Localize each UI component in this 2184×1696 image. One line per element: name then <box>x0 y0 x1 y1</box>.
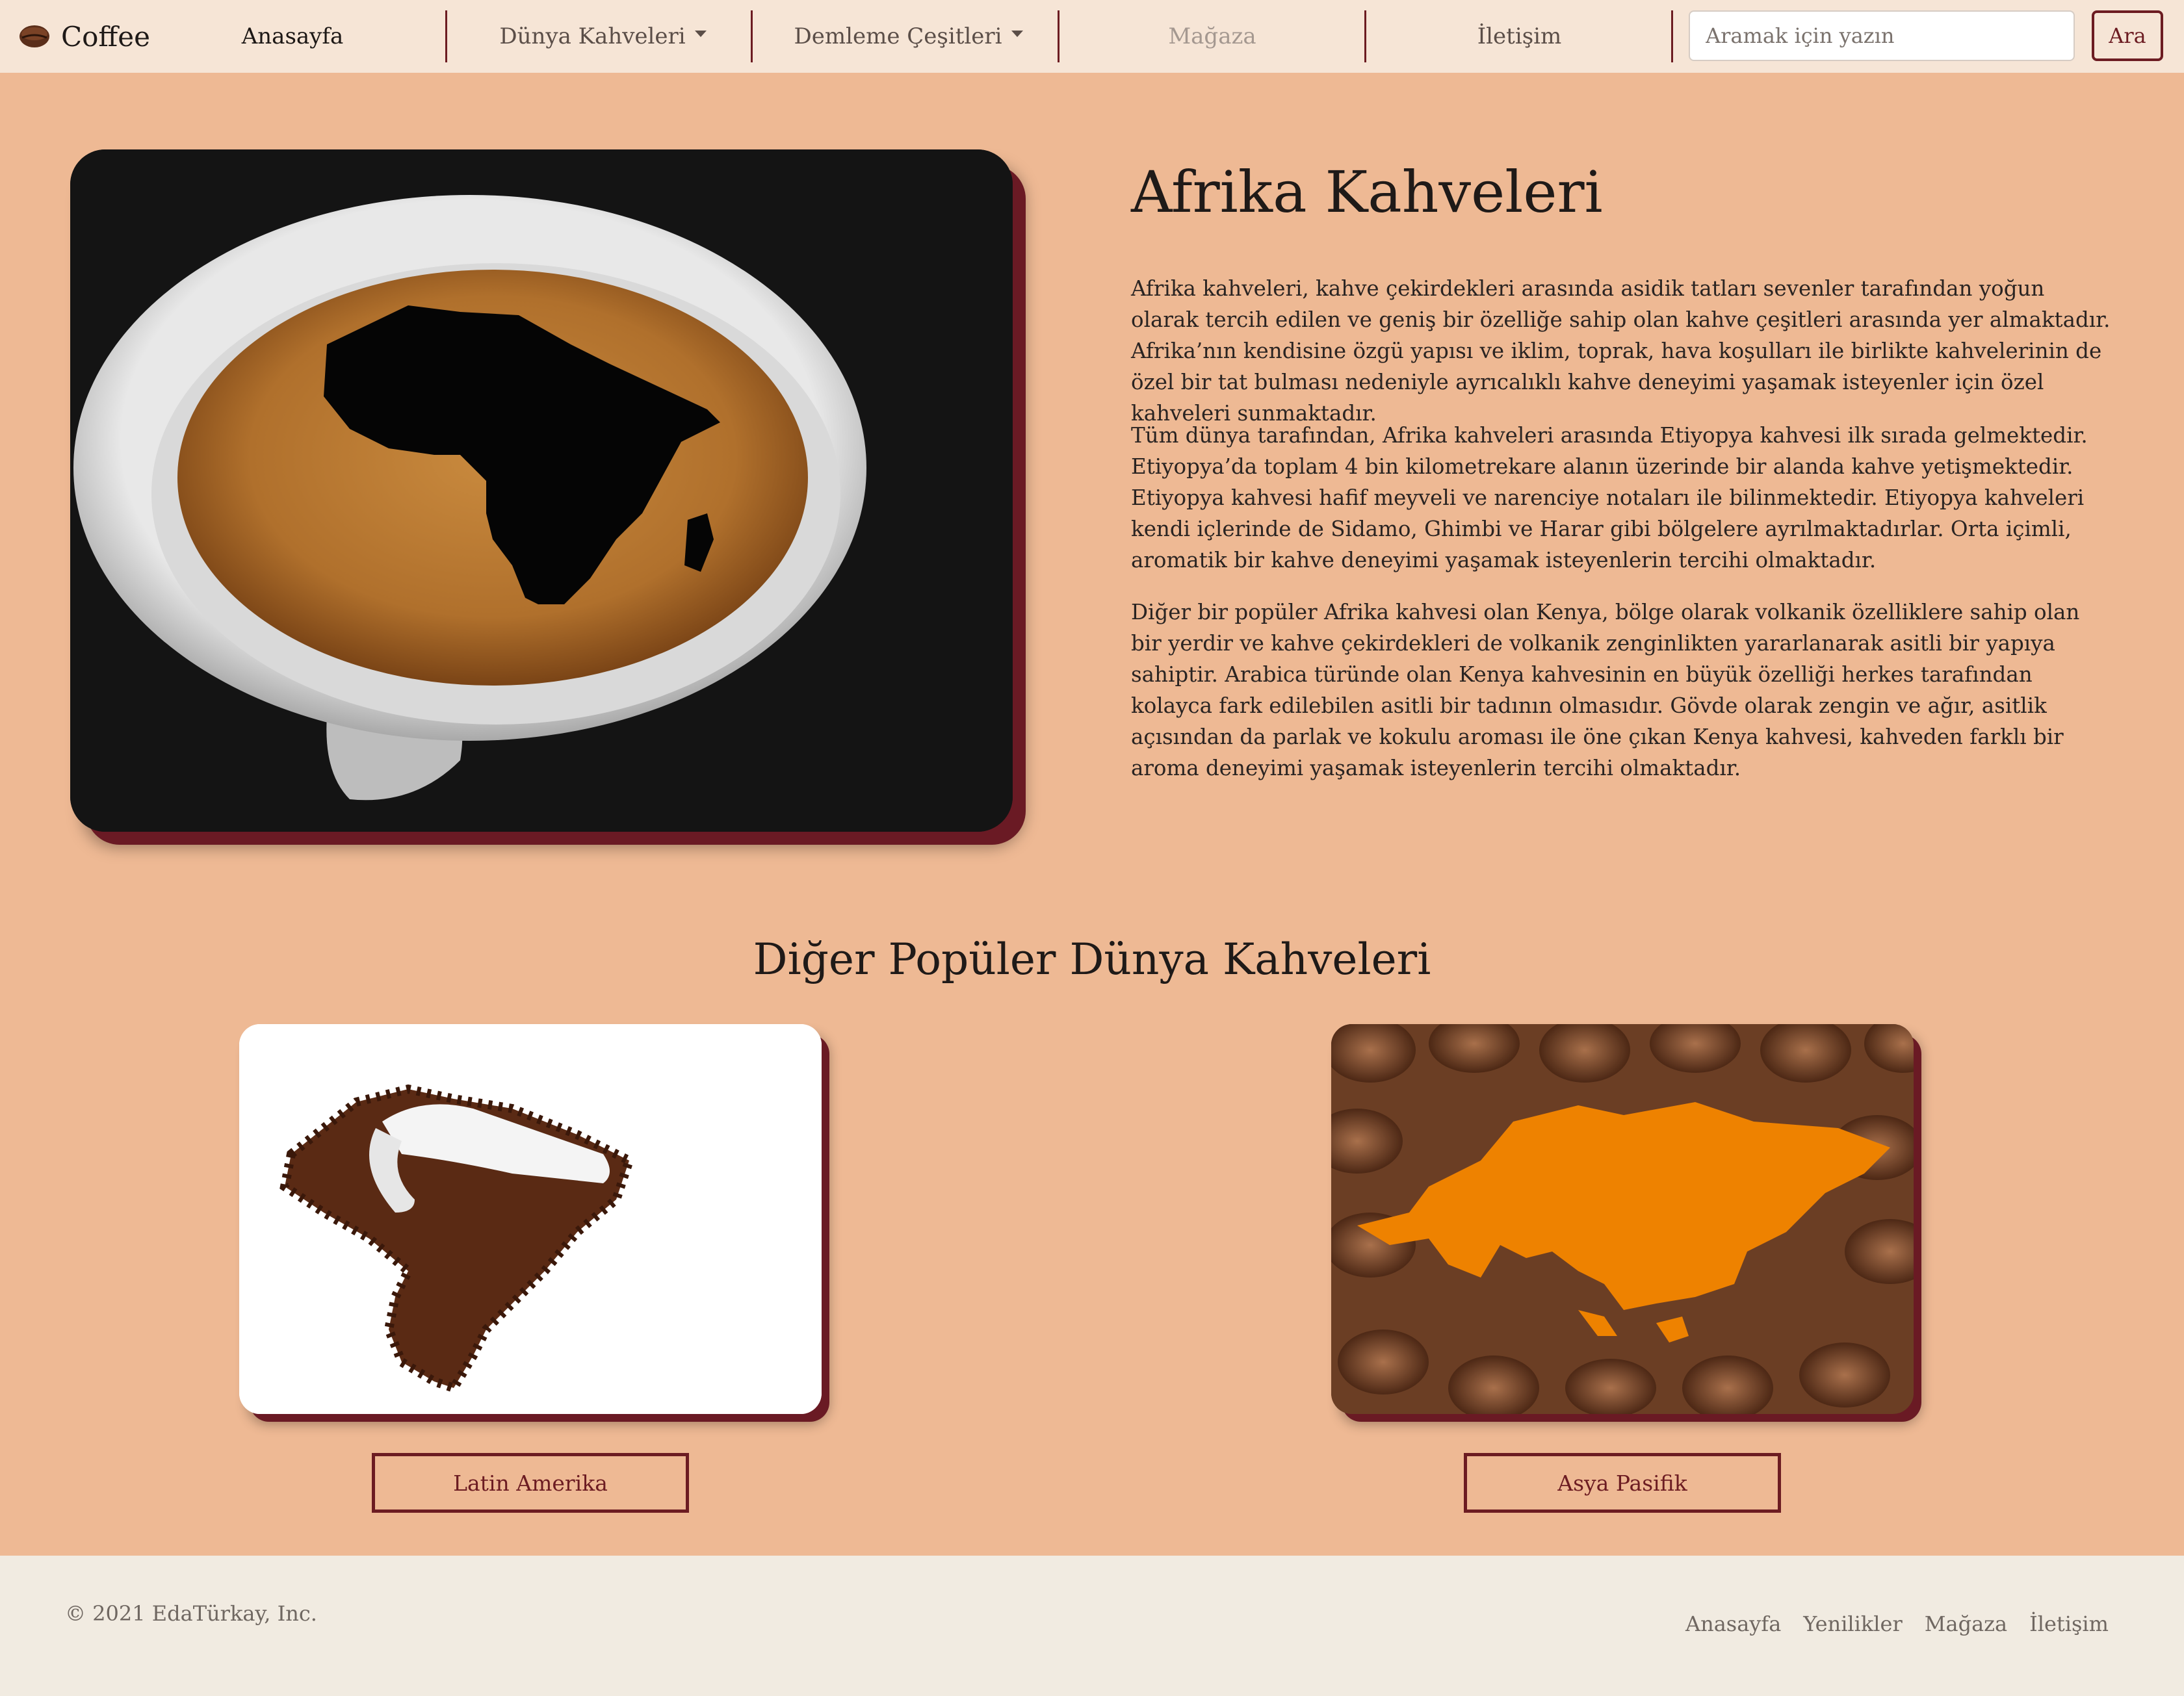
brand[interactable]: Coffee <box>18 0 150 73</box>
nav-brewing-types-label: Demleme Çeşitleri <box>794 23 1002 49</box>
latin-america-button[interactable]: Latin Amerika <box>372 1453 689 1513</box>
nav-divider <box>445 10 447 62</box>
section-title: Diğer Popüler Dünya Kahveleri <box>753 934 1431 984</box>
nav-divider <box>751 10 753 62</box>
copyright: © 2021 EdaTürkay, Inc. <box>65 1601 317 1626</box>
asia-pacific-button[interactable]: Asya Pasifik <box>1464 1453 1781 1513</box>
footer-links: Anasayfa Yenilikler Mağaza İletişim <box>1685 1612 2109 1636</box>
latin-america-image <box>239 1024 822 1414</box>
search-input[interactable] <box>1689 10 2075 61</box>
page-title: Afrika Kahveleri <box>1131 159 1603 225</box>
search-button[interactable]: Ara <box>2092 10 2163 61</box>
chevron-down-icon <box>1011 31 1023 37</box>
hero-image <box>70 149 1013 832</box>
nav-brewing-types[interactable]: Demleme Çeşitleri <box>760 0 1056 73</box>
asia-pacific-image <box>1331 1024 1914 1414</box>
paragraph-ethiopia: Tüm dünya tarafından, Afrika kahveleri a… <box>1131 423 2088 572</box>
navbar: Coffee Anasayfa Dünya Kahveleri Demleme … <box>0 0 2184 73</box>
coffee-bean-icon <box>20 25 49 47</box>
nav-divider <box>1364 10 1366 62</box>
footer-link-store[interactable]: Mağaza <box>1925 1612 2007 1636</box>
nav-world-coffees-label: Dünya Kahveleri <box>499 23 686 49</box>
nav-divider <box>1671 10 1673 62</box>
nav-contact[interactable]: İletişim <box>1372 0 1667 73</box>
nav-world-coffees[interactable]: Dünya Kahveleri <box>455 0 751 73</box>
paragraph-intro: Afrika kahveleri, kahve çekirdekleri ara… <box>1131 276 2111 426</box>
footer-link-home[interactable]: Anasayfa <box>1685 1612 1781 1636</box>
nav-store[interactable]: Mağaza <box>1066 0 1358 73</box>
nav-store-label: Mağaza <box>1168 23 1256 49</box>
footer-link-contact[interactable]: İletişim <box>2029 1612 2109 1636</box>
latin-america-beans-image <box>239 1024 822 1414</box>
nav-home-label: Anasayfa <box>241 23 344 49</box>
footer-link-news[interactable]: Yenilikler <box>1803 1612 1902 1636</box>
paragraph-kenya: Diğer bir popüler Afrika kahvesi olan Ke… <box>1131 600 2080 780</box>
nav-contact-label: İletişim <box>1477 23 1562 49</box>
brand-name: Coffee <box>61 20 150 53</box>
nav-divider <box>1058 10 1060 62</box>
africa-coffee-cup-image <box>70 149 1013 832</box>
asia-pacific-map-image <box>1331 1024 1914 1414</box>
nav-home[interactable]: Anasayfa <box>214 0 370 73</box>
chevron-down-icon <box>694 31 707 37</box>
footer: © 2021 EdaTürkay, Inc. Anasayfa Yenilikl… <box>0 1556 2184 1696</box>
